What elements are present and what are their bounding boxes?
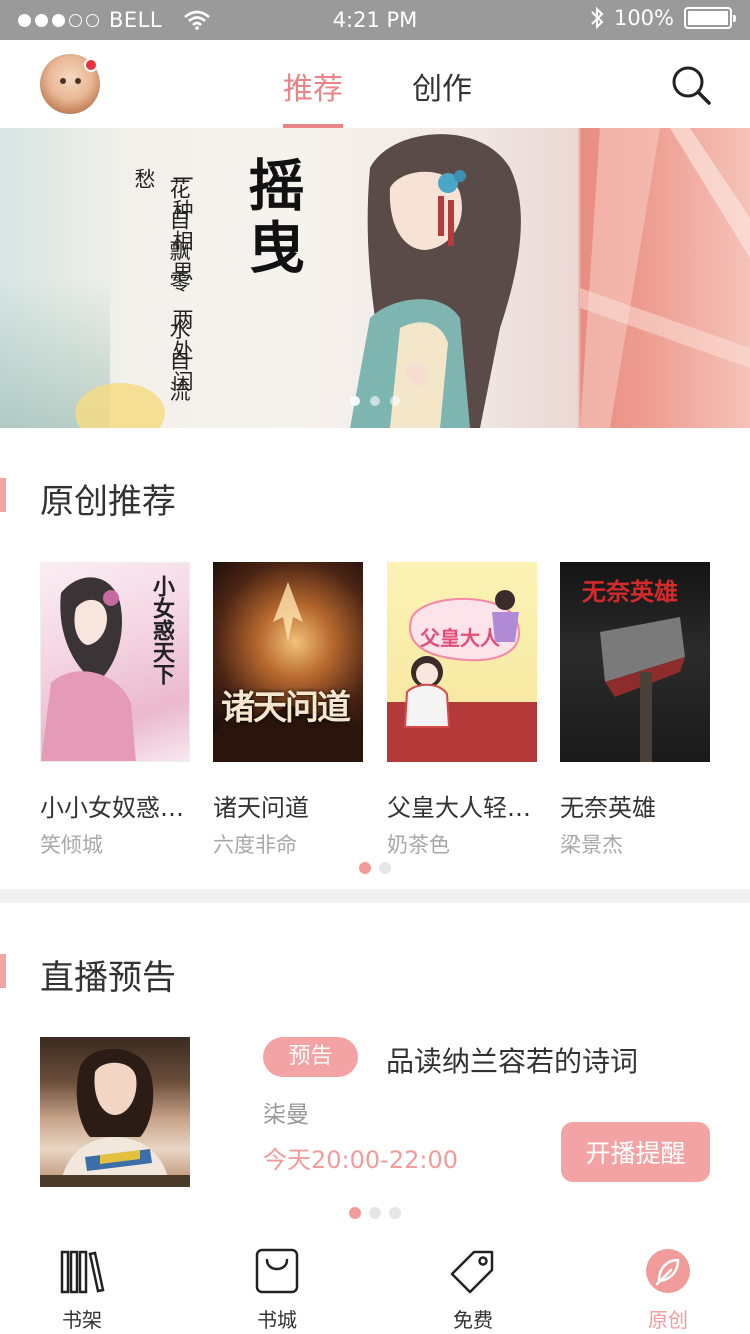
battery-percent: 100% bbox=[613, 6, 674, 30]
pager-dot[interactable] bbox=[349, 1207, 361, 1219]
bottom-nav: 书架 书城 免费 原创 bbox=[0, 1238, 750, 1334]
section-divider bbox=[0, 889, 750, 903]
tab-recommend-label: 推荐 bbox=[283, 72, 343, 107]
nav-free[interactable]: 免费 bbox=[418, 1248, 528, 1333]
pager-dot[interactable] bbox=[359, 862, 371, 874]
nav-bookshelf[interactable]: 书架 bbox=[27, 1248, 137, 1333]
book-card[interactable]: 父皇大人 父皇大人轻… 奶茶色 bbox=[387, 562, 537, 859]
book-card[interactable]: 诸天问道 诸天问道 六度非命 bbox=[213, 562, 363, 859]
nav-label: 免费 bbox=[453, 1308, 493, 1332]
book-cover: 诸天问道 bbox=[213, 562, 363, 762]
live-thumbnail[interactable] bbox=[40, 1037, 190, 1187]
banner-side-panel bbox=[580, 128, 750, 428]
tag-icon bbox=[450, 1250, 494, 1294]
battery-icon bbox=[684, 7, 736, 29]
book-cover: 无奈英雄 bbox=[560, 562, 710, 762]
book-cover: 小女惑天下 bbox=[40, 562, 190, 762]
cover-calligraphy: 无奈英雄 bbox=[582, 577, 678, 606]
cover-art bbox=[213, 582, 363, 762]
notification-badge bbox=[84, 58, 98, 72]
book-title: 无奈英雄 bbox=[560, 794, 656, 822]
banner-title: 摇曳 bbox=[239, 156, 305, 280]
remind-button[interactable]: 开播提醒 bbox=[561, 1122, 710, 1182]
book-title: 诸天问道 bbox=[213, 794, 309, 822]
pager-dot[interactable] bbox=[369, 1207, 381, 1219]
bookshelf-icon bbox=[60, 1250, 105, 1294]
bluetooth-icon bbox=[591, 6, 604, 30]
book-title: 父皇大人轻… bbox=[387, 794, 531, 822]
tab-create-label: 创作 bbox=[412, 72, 472, 107]
pager-dot[interactable] bbox=[379, 862, 391, 874]
banner-poem-line: 花自飘零 水自流 bbox=[167, 178, 191, 412]
pager-dot[interactable] bbox=[350, 396, 360, 406]
book-cover: 父皇大人 bbox=[387, 562, 537, 762]
live-pager bbox=[349, 1207, 401, 1219]
nav-label: 书城 bbox=[257, 1308, 297, 1332]
cover-calligraphy: 小女惑天下 bbox=[149, 575, 175, 685]
live-time: 今天20:00-22:00 bbox=[263, 1146, 458, 1174]
tab-recommend[interactable]: 推荐 bbox=[283, 64, 343, 128]
preview-badge: 预告 bbox=[263, 1037, 358, 1077]
section-marker bbox=[0, 954, 6, 988]
search-icon[interactable] bbox=[670, 64, 712, 106]
nav-label: 书架 bbox=[62, 1308, 102, 1332]
tab-create[interactable]: 创作 bbox=[412, 64, 472, 128]
section-title-live: 直播预告 bbox=[40, 958, 176, 998]
top-header: 推荐 创作 bbox=[0, 40, 750, 128]
avatar-eye bbox=[75, 78, 81, 84]
status-right: 100% bbox=[590, 6, 736, 30]
nav-original[interactable]: 原创 bbox=[613, 1248, 723, 1333]
shopping-bag-icon bbox=[255, 1248, 299, 1294]
book-author: 笑倾城 bbox=[40, 833, 103, 857]
book-title: 小小女奴惑… bbox=[40, 794, 184, 822]
banner-illustration bbox=[350, 134, 521, 428]
book-card[interactable]: 无奈英雄 无奈英雄 梁景杰 bbox=[560, 562, 710, 859]
banner-pager bbox=[350, 396, 400, 406]
book-author: 六度非命 bbox=[213, 833, 297, 857]
live-title[interactable]: 品读纳兰容若的诗词 bbox=[386, 1040, 638, 1080]
pager-dot[interactable] bbox=[370, 396, 380, 406]
books-pager bbox=[359, 862, 391, 874]
nav-label: 原创 bbox=[648, 1308, 688, 1332]
pager-dot[interactable] bbox=[390, 396, 400, 406]
hero-banner[interactable]: 一种相思 两处闲愁 花自飘零 水自流 摇曳 bbox=[0, 128, 750, 428]
cover-calligraphy: 父皇大人 bbox=[420, 626, 500, 650]
pager-dot[interactable] bbox=[389, 1207, 401, 1219]
cover-calligraphy: 诸天问道 bbox=[221, 688, 351, 728]
book-author: 梁景杰 bbox=[560, 833, 623, 857]
cover-art bbox=[403, 590, 520, 728]
nav-bookstore[interactable]: 书城 bbox=[222, 1248, 332, 1333]
avatar-eye bbox=[60, 78, 66, 84]
book-author: 奶茶色 bbox=[387, 833, 450, 857]
status-bar: BELL 4:21 PM 100% bbox=[0, 0, 750, 40]
leaf-icon bbox=[646, 1249, 690, 1293]
section-marker bbox=[0, 478, 6, 512]
section-title-original: 原创推荐 bbox=[40, 482, 176, 522]
live-host: 柒曼 bbox=[263, 1102, 309, 1128]
book-card[interactable]: 小女惑天下 小小女奴惑… 笑倾城 bbox=[40, 562, 190, 859]
host-portrait bbox=[40, 1048, 190, 1187]
